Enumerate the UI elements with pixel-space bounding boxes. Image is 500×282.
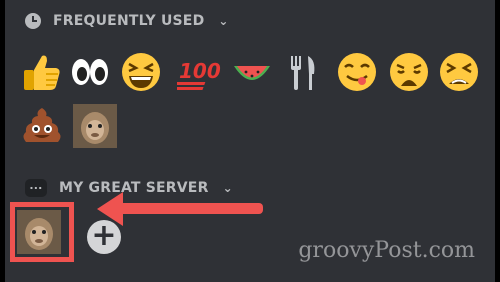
watermark: groovyPost.com (298, 238, 475, 263)
tired-face-emoji[interactable] (437, 50, 481, 94)
watermelon-emoji[interactable] (230, 50, 274, 94)
weary-face-emoji[interactable] (387, 50, 431, 94)
hundred-points-emoji[interactable]: 100 (177, 50, 221, 94)
eyes-emoji[interactable] (68, 50, 112, 94)
monkey-custom-emoji[interactable] (73, 104, 117, 148)
face-savoring-food-emoji[interactable] (335, 50, 379, 94)
chevron-down-icon: ⌄ (218, 14, 229, 28)
red-arrow-annotation (97, 192, 263, 226)
pile-of-poo-emoji[interactable] (20, 104, 64, 148)
clock-icon (25, 13, 41, 29)
fork-and-knife-emoji[interactable] (281, 50, 325, 94)
grinning-squinting-face-emoji[interactable] (119, 50, 163, 94)
svg-text:100: 100 (179, 59, 221, 83)
emoji-picker-panel: FREQUENTLY USED ⌄ 100 ... MY GREAT SERVE… (5, 0, 495, 282)
highlight-box (10, 202, 74, 262)
frequently-used-label: FREQUENTLY USED (53, 13, 205, 29)
thumbs-up-emoji[interactable] (20, 50, 64, 94)
server-icon: ... (25, 179, 47, 197)
frequently-used-header[interactable]: FREQUENTLY USED ⌄ (25, 11, 229, 31)
